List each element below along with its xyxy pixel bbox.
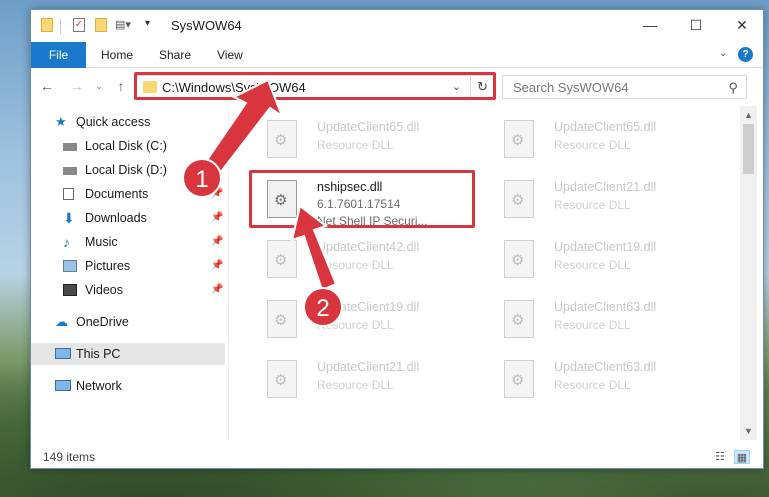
callout-arrow-2 xyxy=(290,204,338,292)
callout-badge-1: 1 xyxy=(182,158,222,198)
callout-arrows xyxy=(194,78,338,292)
callout-badge-2: 2 xyxy=(303,287,343,327)
